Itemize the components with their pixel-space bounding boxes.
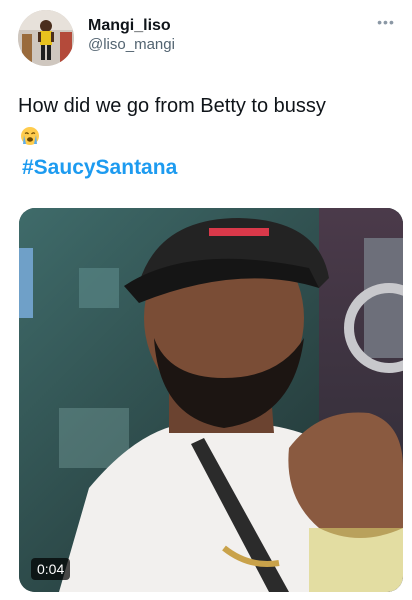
tweet-text: How did we go from Betty to bussy [18, 95, 326, 117]
avatar[interactable] [18, 10, 74, 66]
display-name[interactable]: Mangi_liso [88, 16, 175, 35]
video-player[interactable]: 0:04 [19, 208, 403, 592]
more-horizontal-icon[interactable]: ••• [376, 15, 396, 29]
video-duration-badge: 0:04 [31, 558, 71, 580]
loudly-crying-face-icon [20, 126, 40, 146]
tweet-header: Mangi_liso @liso_mangi ••• [18, 10, 400, 66]
avatar-image [18, 10, 74, 66]
handle[interactable]: @liso_mangi [88, 35, 175, 54]
tweet-card[interactable]: Mangi_liso @liso_mangi ••• How did we go… [0, 0, 412, 600]
author-names: Mangi_liso @liso_mangi [88, 16, 175, 54]
hashtag-link[interactable]: #SaucySantana [22, 154, 177, 182]
video-frame [19, 208, 403, 592]
